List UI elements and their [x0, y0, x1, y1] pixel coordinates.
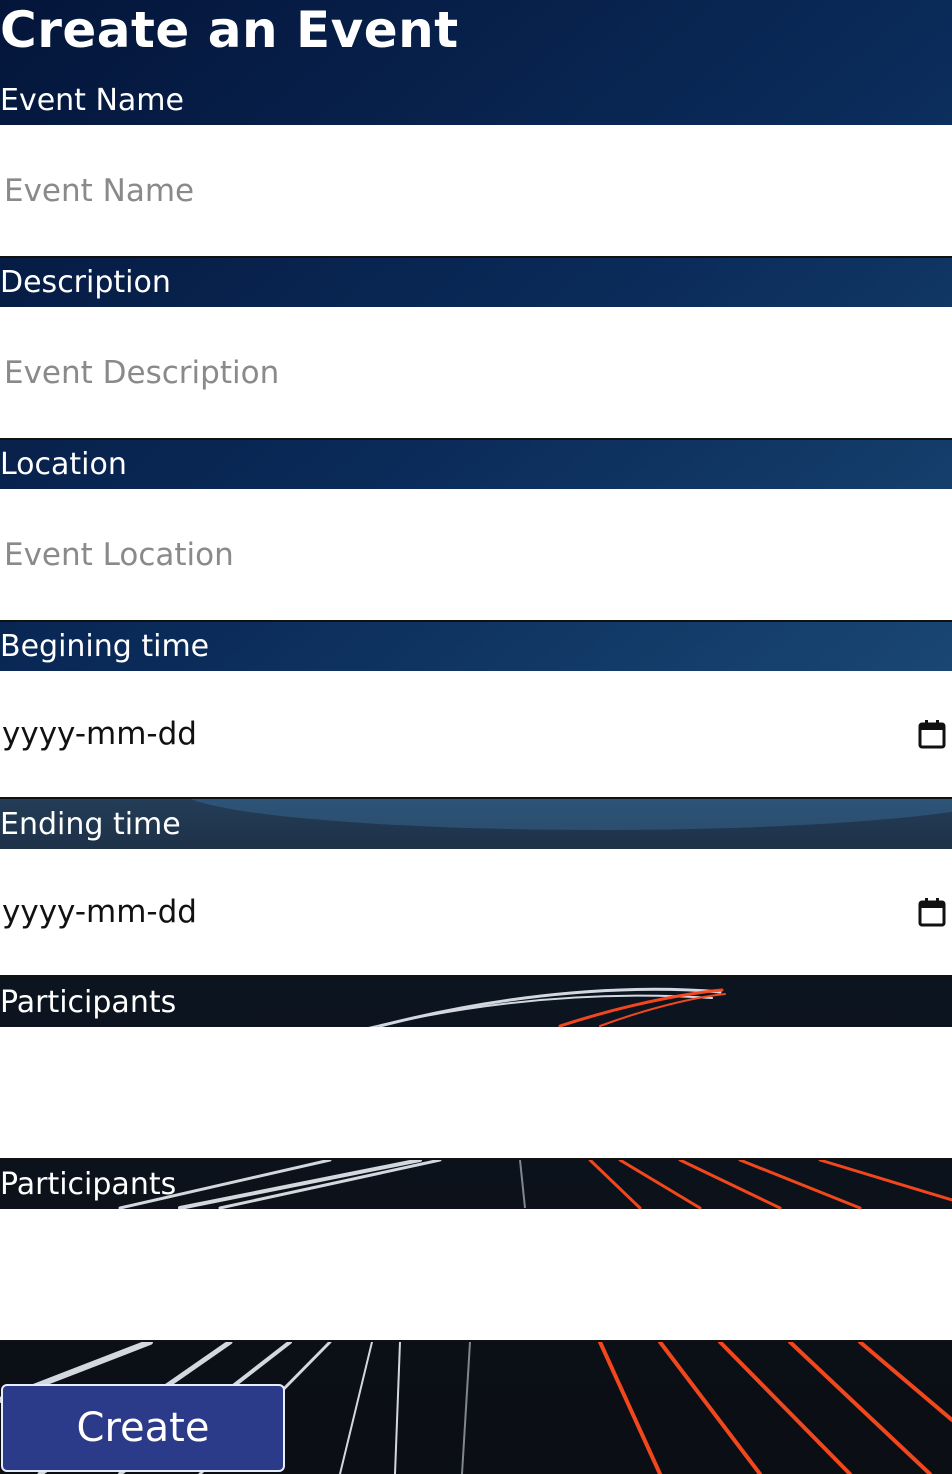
page-title: Create an Event [0, 1, 459, 59]
event-name-input[interactable] [0, 125, 952, 258]
location-label: Location [0, 447, 127, 482]
participants-label-2: Participants [0, 1167, 177, 1202]
description-input[interactable] [0, 307, 952, 440]
begin-time-label: Begining time [0, 629, 210, 664]
participants-label: Participants [0, 985, 177, 1020]
create-button[interactable]: Create [1, 1384, 285, 1472]
calendar-icon[interactable] [918, 719, 946, 749]
participants-input-2[interactable] [0, 1209, 952, 1342]
location-input[interactable] [0, 489, 952, 622]
calendar-icon[interactable] [918, 897, 946, 927]
end-time-label: Ending time [0, 807, 181, 842]
end-date-value: yyyy-mm-dd [2, 894, 197, 930]
participants-input[interactable] [0, 1027, 952, 1160]
begin-date-input[interactable]: yyyy-mm-dd [0, 671, 952, 799]
description-label: Description [0, 265, 171, 300]
end-date-input[interactable]: yyyy-mm-dd [0, 849, 952, 977]
event-name-label: Event Name [0, 83, 184, 118]
begin-date-value: yyyy-mm-dd [2, 716, 197, 752]
